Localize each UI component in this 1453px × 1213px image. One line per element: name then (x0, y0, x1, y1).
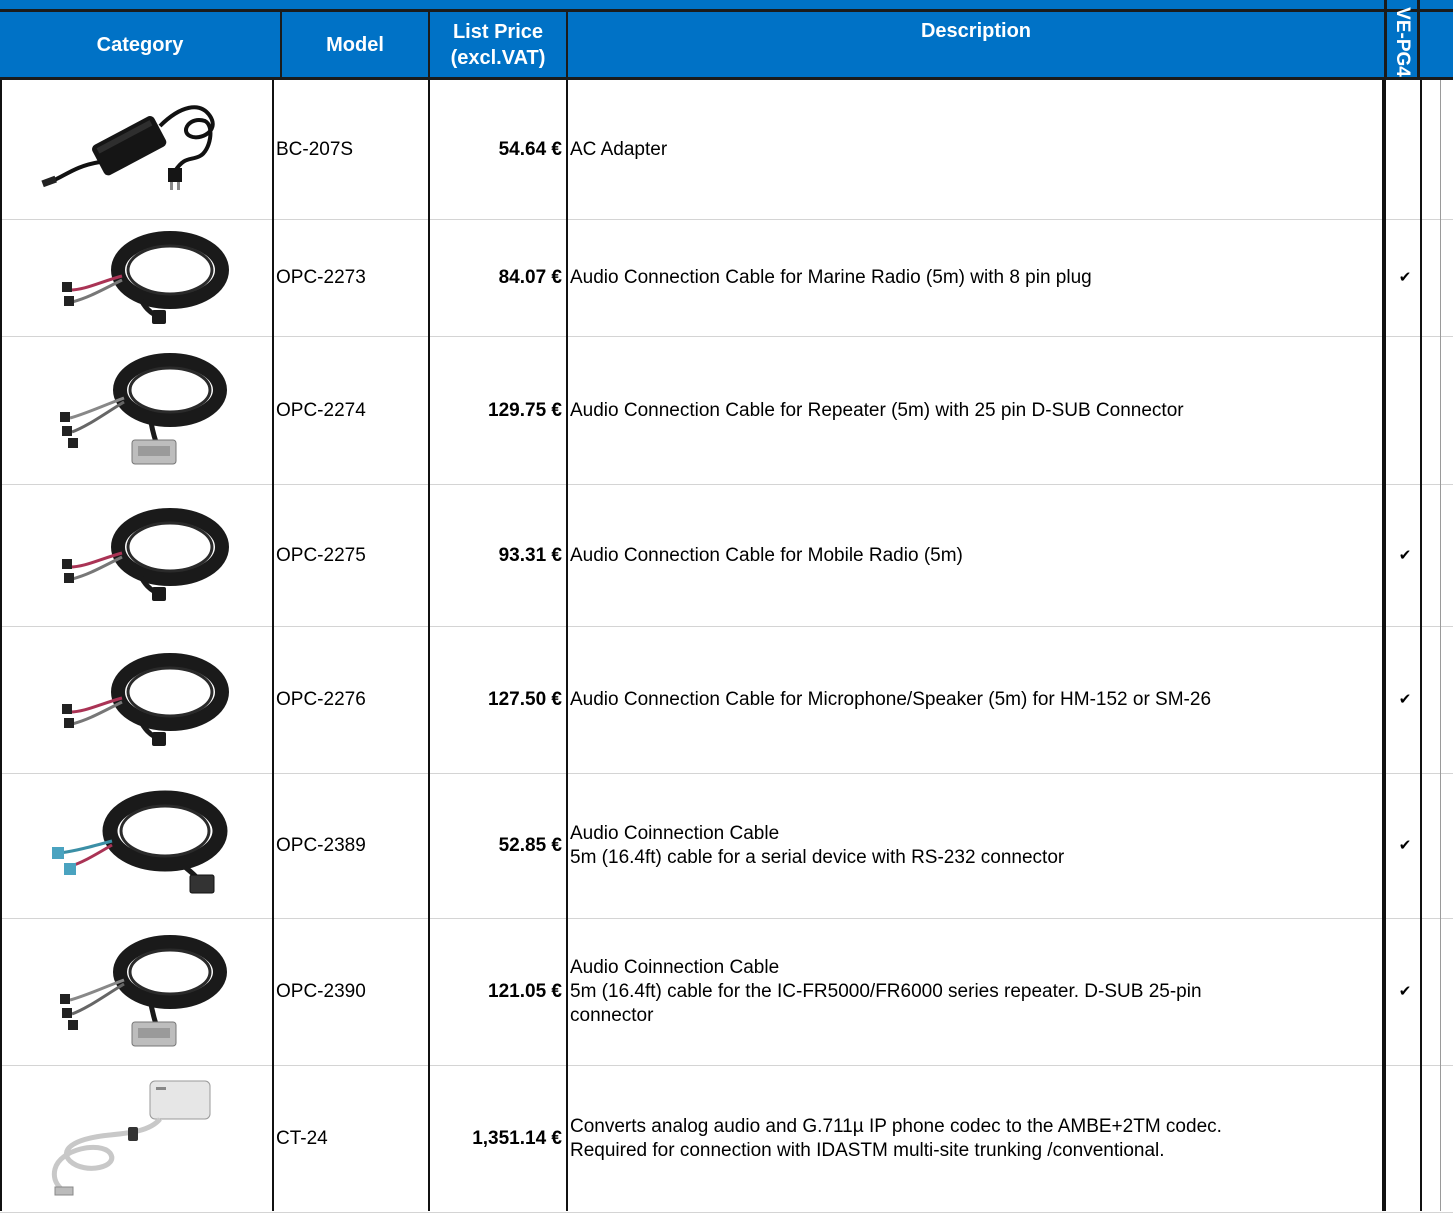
description-line-3: connector (570, 1005, 654, 1026)
price-cell: 121.05 € (488, 981, 562, 1002)
cable-image (40, 220, 230, 337)
compat-check-cell (1390, 80, 1420, 219)
price-cell: 129.75 € (488, 399, 562, 421)
model-cell: OPC-2276 (276, 689, 366, 710)
table-row[interactable]: OPC-2276 127.50 € Audio Connection Cable… (0, 627, 1453, 774)
product-image-cell (0, 627, 270, 773)
header-compat-column[interactable]: VE-PG4 (1384, 0, 1420, 78)
table-row[interactable]: OPC-2275 93.31 € Audio Connection Cable … (0, 485, 1453, 627)
product-image-cell (0, 774, 270, 918)
description-cell: Audio Coinnection Cable 5m (16.4ft) cabl… (568, 774, 1380, 918)
price-list-sheet: Category Model List Price (excl.VAT) Des… (0, 0, 1453, 1213)
header-description[interactable]: Description (568, 12, 1384, 78)
compat-check-cell (1390, 337, 1420, 484)
description-cell: Audio Connection Cable for Mobile Radio … (568, 485, 1380, 626)
product-image-cell (0, 337, 270, 484)
model-cell: OPC-2389 (276, 835, 366, 856)
grid-line (1382, 80, 1386, 1211)
price-cell: 93.31 € (498, 544, 562, 566)
description-line-1: AC Adapter (570, 138, 668, 160)
model-cell: OPC-2273 (276, 267, 366, 288)
description-cell: Audio Connection Cable for Marine Radio … (568, 220, 1380, 336)
checkmark-icon: ✔ (1398, 269, 1412, 286)
description-cell: Converts analog audio and G.711µ IP phon… (568, 1066, 1380, 1212)
price-cell: 84.07 € (498, 267, 562, 288)
grid-line (272, 80, 274, 1211)
description-line-1: Audio Coinnection Cable (570, 823, 780, 844)
header-list-price[interactable]: List Price (excl.VAT) (430, 12, 566, 78)
header-list-price-line1: List Price (452, 21, 544, 43)
grid-line (1440, 80, 1441, 1211)
description-cell: AC Adapter (568, 80, 1380, 219)
header-compat-label: VE-PG4 (1392, 7, 1413, 77)
product-image-cell (0, 1066, 270, 1212)
price-cell: 1,351.14 € (472, 1128, 562, 1149)
cable-image (40, 497, 230, 614)
price-cell: 54.64 € (498, 138, 562, 160)
description-line-2: 5m (16.4ft) cable for a serial device wi… (570, 847, 1065, 868)
checkmark-icon: ✔ (1398, 983, 1412, 1000)
model-cell: OPC-2275 (276, 544, 366, 566)
description-line-1: Audio Connection Cable for Microphone/Sp… (570, 689, 1212, 710)
table-row[interactable]: BC-207S 54.64 € AC Adapter (0, 80, 1453, 220)
grid-line (0, 80, 2, 1211)
cable-dsub-image (40, 924, 230, 1061)
model-cell: BC-207S (276, 138, 354, 160)
converter-box-image (40, 1071, 230, 1208)
checkmark-icon: ✔ (1398, 546, 1412, 564)
header-list-price-line2: (excl.VAT) (450, 47, 546, 69)
header-model[interactable]: Model (282, 12, 428, 78)
product-image-cell (0, 80, 270, 219)
product-image-cell (0, 919, 270, 1065)
checkmark-icon: ✔ (1398, 837, 1412, 854)
product-image-cell (0, 485, 270, 626)
table-row[interactable]: OPC-2390 121.05 € Audio Coinnection Cabl… (0, 919, 1453, 1066)
cable-image (40, 642, 230, 759)
description-line-1: Converts analog audio and G.711µ IP phon… (570, 1116, 1222, 1137)
ac-adapter-image (40, 96, 230, 203)
description-line-1: Audio Connection Cable for Marine Radio … (570, 267, 1092, 288)
description-line-2: Required for connection with IDASTM mult… (570, 1140, 1165, 1161)
grid-line (1420, 80, 1422, 1211)
grid-line (428, 80, 430, 1211)
table-row[interactable]: OPC-2389 52.85 € Audio Coinnection Cable… (0, 774, 1453, 919)
model-cell: CT-24 (276, 1128, 328, 1149)
header-category[interactable]: Category (0, 12, 280, 78)
grid-line (566, 80, 568, 1211)
checkmark-icon: ✔ (1398, 691, 1412, 708)
price-cell: 127.50 € (488, 689, 562, 710)
description-line-1: Audio Connection Cable for Mobile Radio … (570, 544, 963, 566)
cable-serial-image (40, 783, 230, 910)
cable-dsub-image (40, 342, 230, 479)
description-cell: Audio Coinnection Cable 5m (16.4ft) cabl… (568, 919, 1380, 1065)
description-cell: Audio Connection Cable for Repeater (5m)… (568, 337, 1380, 484)
table-row[interactable]: CT-24 1,351.14 € Converts analog audio a… (0, 1066, 1453, 1213)
description-line-1: Audio Connection Cable for Repeater (5m)… (570, 399, 1184, 421)
model-cell: OPC-2274 (276, 399, 366, 421)
description-line-2: 5m (16.4ft) cable for the IC-FR5000/FR60… (570, 981, 1202, 1002)
compat-check-cell (1390, 1066, 1420, 1212)
price-cell: 52.85 € (498, 835, 562, 856)
description-cell: Audio Connection Cable for Microphone/Sp… (568, 627, 1380, 773)
table-row[interactable]: OPC-2274 129.75 € Audio Connection Cable… (0, 337, 1453, 485)
model-cell: OPC-2390 (276, 981, 366, 1002)
description-line-1: Audio Coinnection Cable (570, 957, 780, 978)
table-row[interactable]: OPC-2273 84.07 € Audio Connection Cable … (0, 220, 1453, 337)
product-image-cell (0, 220, 270, 336)
